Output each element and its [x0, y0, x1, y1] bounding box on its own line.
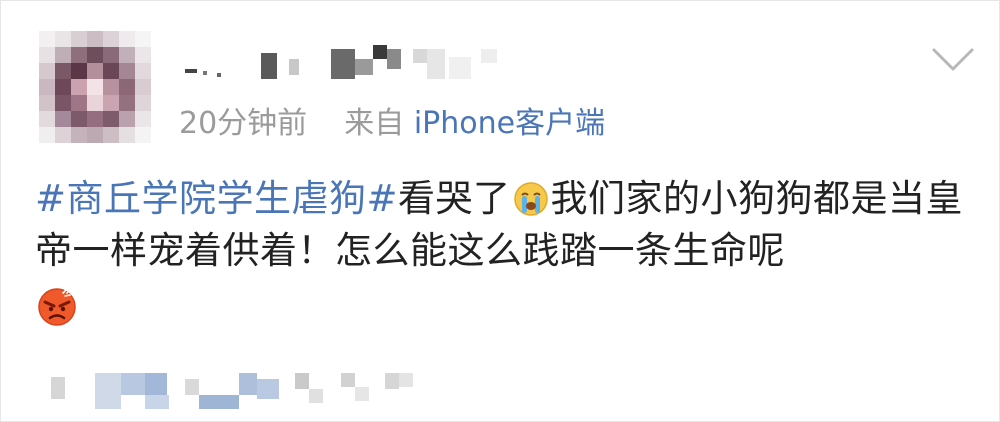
source-client-link[interactable]: iPhone客户端: [414, 106, 605, 141]
chevron-down-icon[interactable]: [931, 47, 975, 73]
post-text-part1: 看哭了: [398, 177, 511, 220]
action-bar-redacted: [51, 369, 451, 409]
crying-face-emoji-icon: [513, 182, 548, 216]
post-meta: 20分钟前 来自 iPhone客户端: [179, 105, 605, 143]
source-prefix: 来自: [344, 106, 405, 141]
username-redacted[interactable]: [181, 45, 511, 85]
avatar[interactable]: [39, 31, 151, 143]
post-body: #商丘学院学生虐狗#看哭了 我们家的小狗狗都是当皇帝一样宠着供着！怎么能这么践踏…: [35, 173, 975, 277]
angry-face-emoji-icon: [38, 288, 76, 326]
weibo-post-card: 20分钟前 来自 iPhone客户端 #商丘学院学生虐狗#看哭了 我们家的小狗狗…: [0, 0, 1000, 422]
post-timestamp: 20分钟前: [179, 106, 308, 141]
hashtag-link[interactable]: #商丘学院学生虐狗#: [35, 177, 398, 220]
